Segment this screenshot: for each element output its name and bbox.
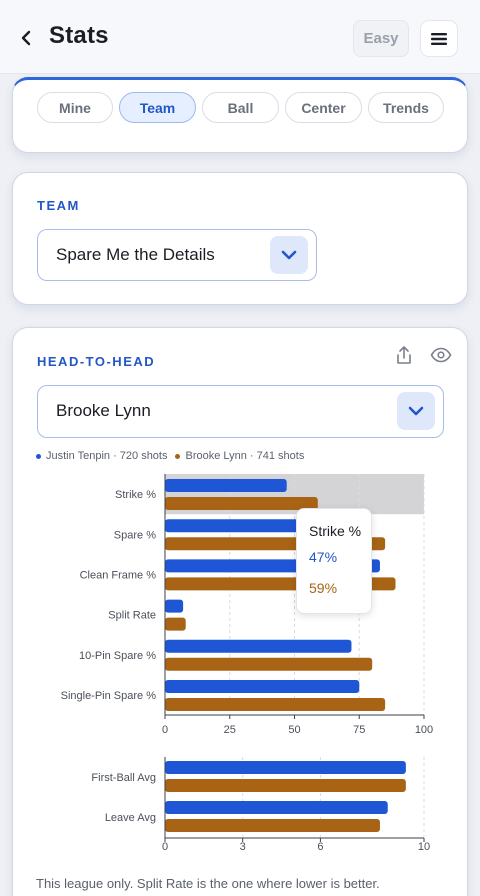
chart-category-label: Single-Pin Spare % (61, 690, 157, 702)
chart-tick-label: 0 (162, 841, 168, 853)
chart-category-label: Leave Avg (105, 812, 156, 824)
chart-bar (165, 617, 186, 631)
chart-bar (165, 599, 184, 613)
chart-bar (165, 698, 386, 711)
chart-bar (165, 657, 373, 671)
chart-tooltip: Strike % 47% 59% (296, 508, 372, 614)
chart-tick-label: 3 (240, 841, 246, 853)
chart-tick-label: 25 (224, 724, 236, 736)
chart-bar (165, 761, 406, 774)
chart-tick-label: 0 (162, 724, 168, 736)
chart-bar (165, 819, 380, 832)
tooltip-value-series1: 47% (309, 549, 338, 565)
chart-category-label: Clean Frame % (80, 570, 157, 582)
chart-category-label: Split Rate (108, 610, 156, 622)
tooltip-value-series2: 59% (309, 580, 338, 596)
chart-category-label: Strike % (115, 489, 156, 501)
comparison-charts: Strike % Spare % Clean Frame % Split Rate 10… (61, 474, 433, 853)
chart-bar (165, 801, 388, 814)
chart-tick-label: 75 (353, 724, 365, 736)
chart-bar (165, 479, 287, 492)
chart-bar (165, 779, 406, 792)
chart-category-label: 10-Pin Spare % (79, 650, 156, 662)
chart-category-label: First-Ball Avg (91, 772, 156, 784)
chart-category-label: Spare % (114, 529, 156, 541)
chart-tick-label: 10 (418, 841, 430, 853)
chart-bar (165, 639, 352, 653)
chart-tick-label: 6 (317, 841, 323, 853)
tooltip-title: Strike % (309, 523, 362, 539)
chart-tick-label: 100 (415, 724, 433, 736)
chart-bar (165, 680, 360, 693)
chart-tick-label: 50 (288, 724, 300, 736)
chart-bar (165, 497, 318, 510)
footnote: This league only. Split Rate is the one … (36, 876, 380, 891)
